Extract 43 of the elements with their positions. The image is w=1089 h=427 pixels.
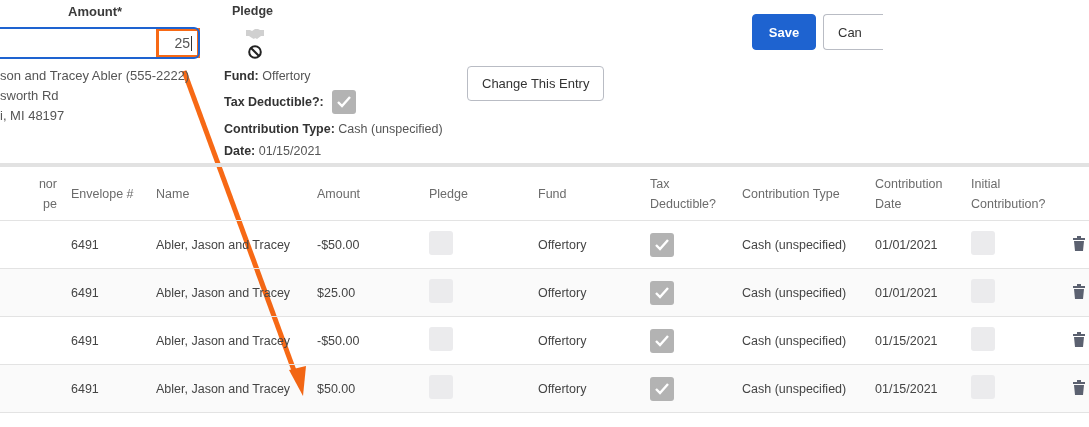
table-cell: 6491 (71, 333, 99, 348)
column-header: Contribution Type (742, 186, 840, 201)
table-cell: $50.00 (317, 381, 356, 396)
table-cell: Cash (unspecified) (742, 381, 847, 396)
column-header: Initial Contribution? (971, 176, 1046, 211)
fund-detail: Fund: Offertory (224, 68, 311, 83)
column-header: Fund (538, 186, 567, 201)
table-cell: Offertory (538, 333, 587, 348)
table-cell: Cash (unspecified) (742, 333, 847, 348)
table-cell: Cash (unspecified) (742, 237, 847, 252)
entry-detail: Date: 01/15/2021 (224, 143, 322, 158)
table-cell: Offertory (538, 237, 587, 252)
table-cell: 01/15/2021 (875, 381, 938, 396)
table-cell: 6491 (71, 381, 99, 396)
column-header: Envelope # (71, 186, 134, 201)
table-cell: 01/01/2021 (875, 237, 938, 252)
column-header: Contribution Date (875, 176, 943, 211)
column-header: Name (156, 186, 190, 201)
column-header: Pledge (429, 186, 468, 201)
column-header: Tax Deductible? (650, 176, 716, 211)
save-button[interactable]: Save (752, 14, 816, 50)
donor-address-line: i, MI 48197 (0, 107, 66, 125)
table-cell: $25.00 (317, 285, 356, 300)
change-entry-button[interactable]: Change This Entry (467, 66, 605, 101)
column-header: Amount (317, 186, 361, 201)
table-cell: 6491 (71, 285, 99, 300)
cancel-button[interactable]: Can (823, 14, 883, 50)
column-header: nor pe (37, 175, 57, 213)
table-cell: Offertory (538, 285, 587, 300)
table-cell: -$50.00 (317, 237, 360, 252)
table-cell: 6491 (71, 237, 99, 252)
table-cell: 01/15/2021 (875, 333, 938, 348)
amount-label: Amount* (68, 4, 124, 21)
donor-address-line: sworth Rd (0, 87, 60, 105)
table-cell: Offertory (538, 381, 587, 396)
table-cell: 01/01/2021 (875, 285, 938, 300)
table-cell: -$50.00 (317, 333, 360, 348)
amount-field[interactable]: 25 (0, 27, 200, 59)
table-cell: Cash (unspecified) (742, 285, 847, 300)
tax-deductible-label: Tax Deductible?: (224, 95, 324, 109)
entry-detail: Contribution Type: Cash (unspecified) (224, 121, 443, 136)
pledge-label: Pledge (232, 4, 273, 20)
table-cell: Abler, Jason and Tracey (156, 381, 291, 396)
